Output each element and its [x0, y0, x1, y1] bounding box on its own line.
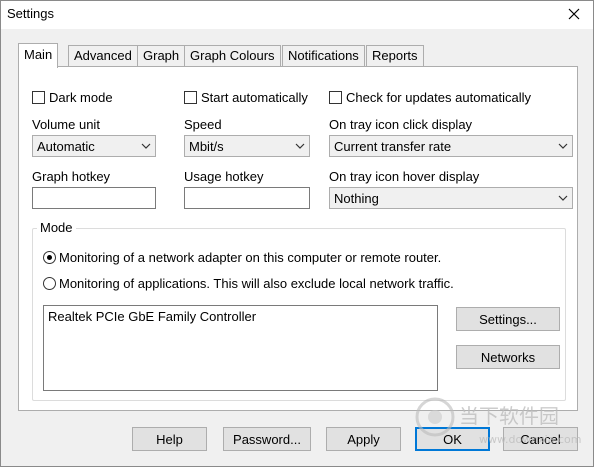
tray-hover-value: Nothing [334, 191, 379, 206]
check-updates-checkbox[interactable]: Check for updates automatically [329, 90, 531, 105]
chevron-down-icon [141, 143, 151, 149]
close-button[interactable] [561, 3, 587, 25]
tray-hover-label: On tray icon hover display [329, 169, 480, 184]
usage-hotkey-label: Usage hotkey [184, 169, 264, 184]
start-automatically-label: Start automatically [201, 90, 308, 105]
help-button[interactable]: Help [132, 427, 207, 451]
title-bar: Settings [1, 1, 593, 29]
chevron-down-icon [558, 195, 568, 201]
main-tab-panel: Dark mode Start automatically Check for … [18, 66, 578, 411]
cancel-button[interactable]: Cancel [503, 427, 578, 451]
dark-mode-label: Dark mode [49, 90, 113, 105]
tray-click-select[interactable]: Current transfer rate [329, 135, 573, 157]
tray-click-label: On tray icon click display [329, 117, 473, 132]
start-automatically-box [184, 91, 197, 104]
settings-dialog: Settings Main Advanced Graph Graph Colou… [0, 0, 594, 467]
speed-value: Mbit/s [189, 139, 224, 154]
dark-mode-box [32, 91, 45, 104]
dark-mode-checkbox[interactable]: Dark mode [32, 90, 113, 105]
tab-graph[interactable]: Graph [137, 45, 186, 67]
graph-hotkey-input[interactable] [32, 187, 156, 209]
check-updates-box [329, 91, 342, 104]
tab-notifications[interactable]: Notifications [282, 45, 365, 67]
tab-reports[interactable]: Reports [366, 45, 424, 67]
tab-graph-colours[interactable]: Graph Colours [184, 45, 281, 67]
password-button[interactable]: Password... [223, 427, 311, 451]
window-title: Settings [7, 6, 54, 21]
mode-option-network-adapter[interactable]: Monitoring of a network adapter on this … [43, 250, 441, 265]
mode-option-applications-label: Monitoring of applications. This will al… [59, 276, 454, 291]
check-updates-label: Check for updates automatically [346, 90, 531, 105]
close-icon [568, 8, 580, 20]
mode-option-applications[interactable]: Monitoring of applications. This will al… [43, 276, 454, 291]
volume-unit-value: Automatic [37, 139, 95, 154]
graph-hotkey-label: Graph hotkey [32, 169, 111, 184]
apply-button[interactable]: Apply [326, 427, 401, 451]
tab-advanced[interactable]: Advanced [68, 45, 138, 67]
mode-option-network-adapter-label: Monitoring of a network adapter on this … [59, 250, 442, 265]
volume-unit-select[interactable]: Automatic [32, 135, 156, 157]
chevron-down-icon [558, 143, 568, 149]
adapter-settings-button[interactable]: Settings... [456, 307, 560, 331]
mode-group-title: Mode [37, 220, 76, 235]
start-automatically-checkbox[interactable]: Start automatically [184, 90, 308, 105]
list-item[interactable]: Realtek PCIe GbE Family Controller [48, 309, 256, 324]
chevron-down-icon [295, 143, 305, 149]
tray-hover-select[interactable]: Nothing [329, 187, 573, 209]
tray-click-value: Current transfer rate [334, 139, 452, 154]
volume-unit-label: Volume unit [32, 117, 100, 132]
radio-selected-icon [43, 251, 56, 264]
usage-hotkey-input[interactable] [184, 187, 310, 209]
tab-main[interactable]: Main [18, 43, 59, 68]
radio-unselected-icon [43, 277, 56, 290]
speed-select[interactable]: Mbit/s [184, 135, 310, 157]
speed-label: Speed [184, 117, 222, 132]
networks-button[interactable]: Networks [456, 345, 560, 369]
adapter-listbox[interactable]: Realtek PCIe GbE Family Controller [43, 305, 438, 391]
ok-button[interactable]: OK [415, 427, 490, 451]
